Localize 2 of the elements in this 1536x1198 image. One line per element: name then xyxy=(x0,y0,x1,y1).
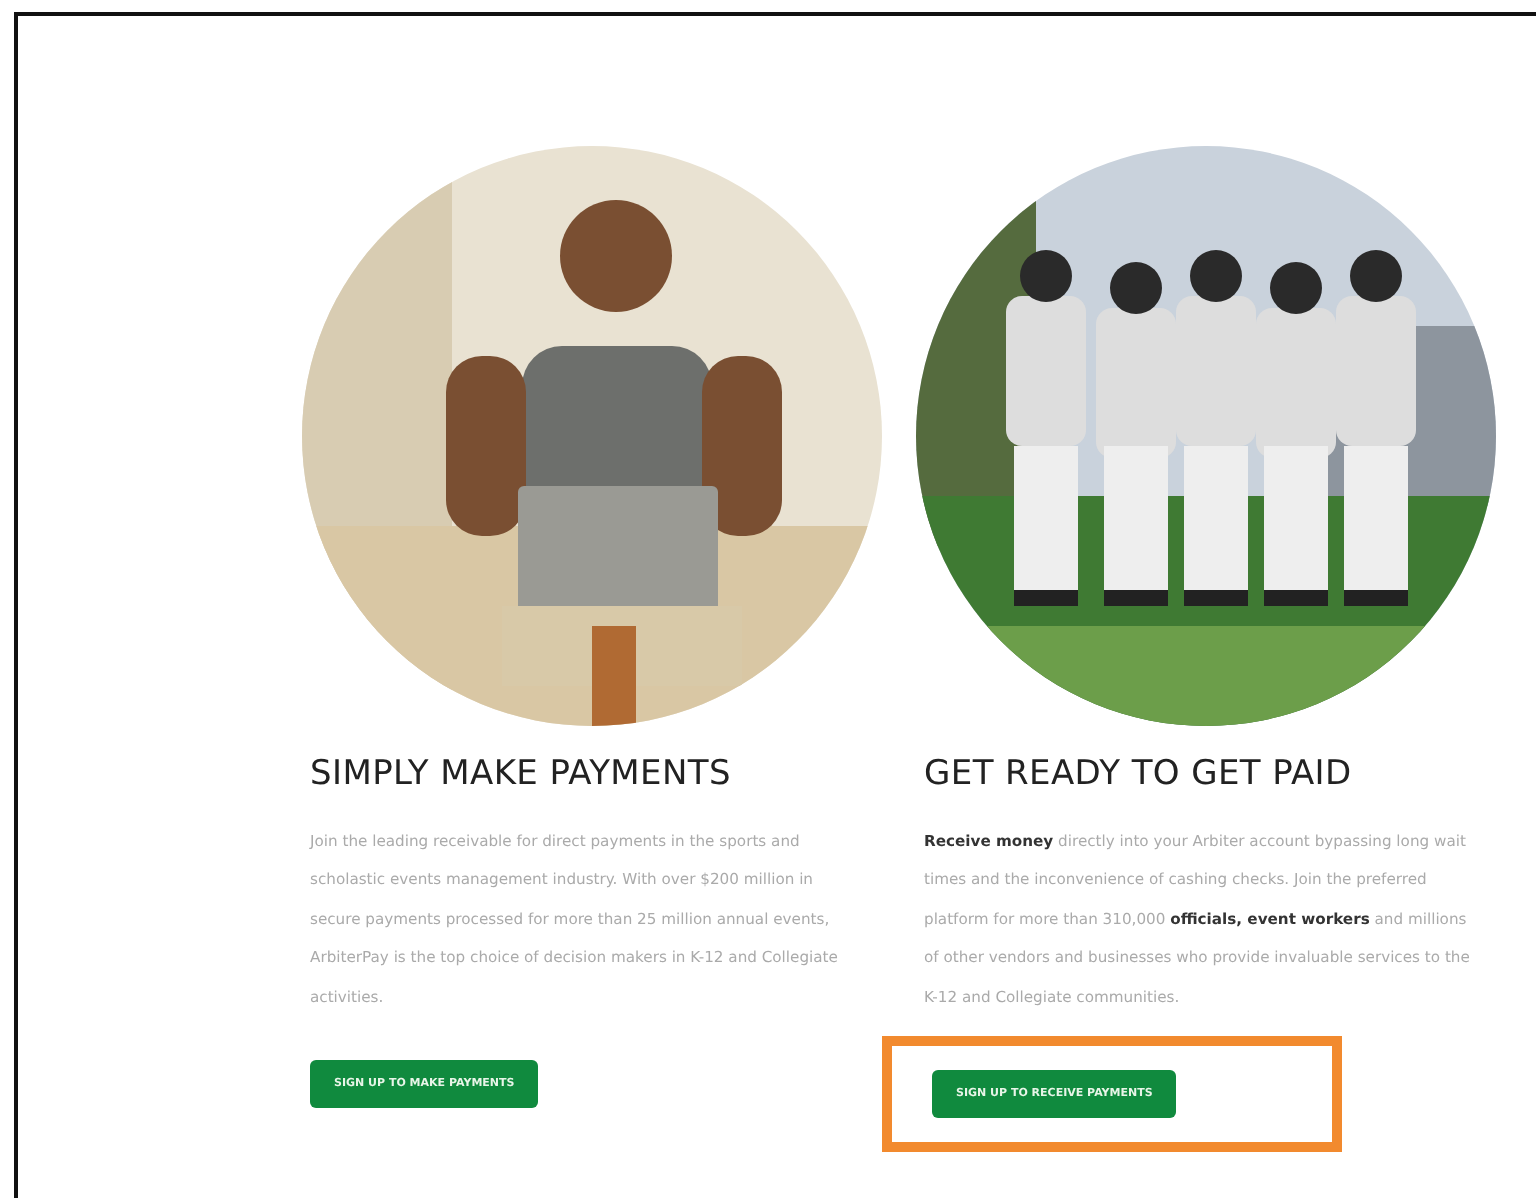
section-heading: SIMPLY MAKE PAYMENTS xyxy=(310,754,733,794)
section-heading: GET READY TO GET PAID xyxy=(924,754,1354,794)
